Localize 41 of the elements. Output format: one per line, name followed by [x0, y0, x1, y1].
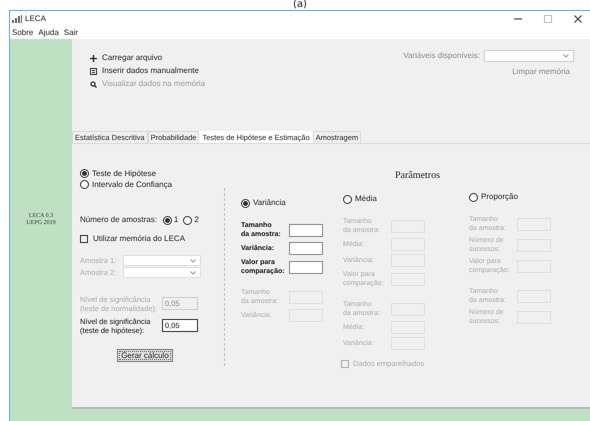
radio-label: Teste de Hipótese — [92, 168, 156, 180]
search-icon — [90, 80, 97, 88]
radio-button[interactable] — [80, 180, 89, 189]
radio-label: Variância — [253, 197, 286, 209]
checkbox-label: Utilizar memória do LECA — [93, 233, 186, 245]
action-link[interactable]: Inserir dados manualmente — [102, 66, 199, 76]
dropdown-caret-icon — [563, 54, 569, 58]
field-label: Variáveis disponíveis: — [403, 50, 480, 62]
input-field[interactable] — [289, 242, 323, 255]
radio-button[interactable] — [183, 216, 192, 224]
menu-item[interactable]: Sobre — [12, 27, 34, 39]
radio-label: Intervalo de Confiança — [92, 178, 172, 190]
radio-label: Média — [355, 193, 377, 205]
form-icon — [90, 68, 97, 74]
bar-chart-icon — [12, 15, 22, 23]
menu-item[interactable]: Ajuda — [38, 27, 59, 39]
variables-dropdown[interactable] — [484, 50, 574, 62]
checkbox[interactable] — [80, 235, 88, 243]
input-field[interactable] — [289, 224, 323, 236]
action-link[interactable]: Carregar arquivo — [102, 53, 162, 63]
generate-button[interactable]: Gerar cálculo — [117, 348, 173, 362]
sample-dropdown[interactable] — [123, 267, 201, 278]
input-field[interactable] — [289, 260, 323, 274]
sample-dropdown[interactable] — [123, 255, 201, 266]
close-icon[interactable] — [574, 15, 582, 23]
maximize-icon[interactable] — [544, 15, 552, 23]
radio-label: 1 — [174, 214, 178, 226]
radio-button[interactable] — [241, 198, 250, 208]
radio-label: 2 — [194, 214, 199, 226]
dropdown-caret-icon — [190, 270, 196, 275]
plus-icon — [90, 54, 97, 62]
menu-item[interactable]: Sair — [64, 27, 78, 39]
window-title: LECA — [25, 13, 46, 25]
section-title: Parâmetros — [395, 169, 440, 183]
radio-button[interactable] — [162, 216, 172, 224]
dropdown-caret-icon — [190, 258, 196, 263]
radio-button[interactable] — [343, 194, 352, 204]
radio-button[interactable] — [469, 192, 478, 202]
radio-label: Proporção — [481, 191, 518, 203]
field-label: Número de amostras: — [80, 214, 157, 226]
radio-button[interactable] — [80, 169, 89, 178]
